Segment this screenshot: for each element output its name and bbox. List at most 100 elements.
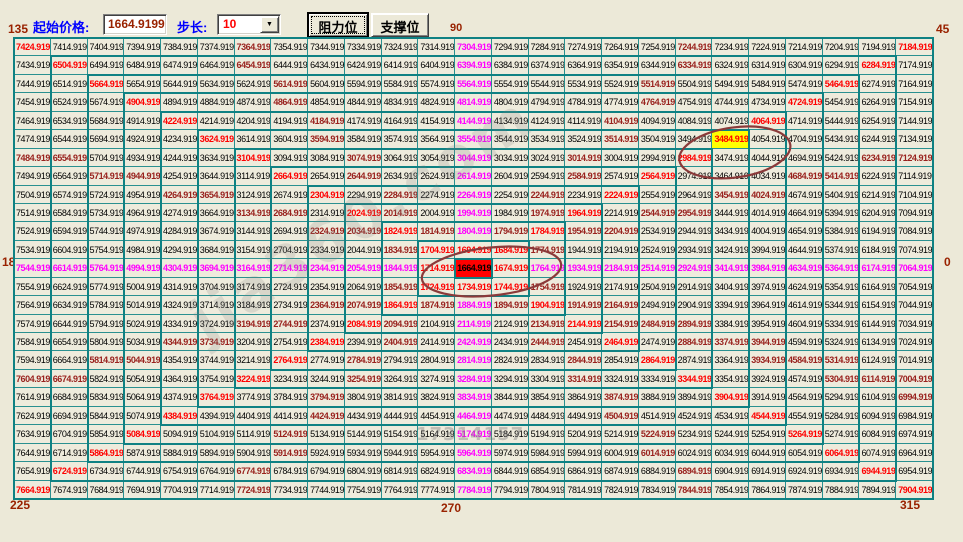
- grid-cell[interactable]: 2874.9199: [676, 351, 713, 369]
- grid-cell[interactable]: 6234.9199: [859, 149, 896, 167]
- grid-cell[interactable]: 7834.9199: [639, 481, 676, 499]
- grid-cell[interactable]: 7194.9199: [859, 38, 896, 56]
- grid-cell[interactable]: 4014.9199: [749, 204, 786, 222]
- grid-cell[interactable]: 2374.9199: [308, 315, 345, 333]
- grid-cell[interactable]: 1724.9199: [418, 278, 455, 296]
- grid-cell[interactable]: 2294.9199: [345, 186, 382, 204]
- grid-cell[interactable]: 5604.9199: [308, 75, 345, 93]
- grid-cell[interactable]: 7144.9199: [896, 112, 933, 130]
- grid-cell[interactable]: 7224.9199: [749, 38, 786, 56]
- grid-cell[interactable]: 6594.9199: [51, 222, 88, 240]
- grid-cell[interactable]: 4074.9199: [712, 112, 749, 130]
- grid-cell[interactable]: 6534.9199: [51, 112, 88, 130]
- grid-cell[interactable]: 4654.9199: [786, 222, 823, 240]
- grid-cell[interactable]: 6004.9199: [602, 444, 639, 462]
- grid-cell[interactable]: 4614.9199: [786, 296, 823, 314]
- grid-cell[interactable]: 2254.9199: [492, 186, 529, 204]
- grid-cell[interactable]: 7044.9199: [896, 296, 933, 314]
- grid-cell[interactable]: 2024.9199: [345, 204, 382, 222]
- grid-cell[interactable]: 7574.9199: [14, 315, 51, 333]
- grid-cell[interactable]: 2614.9199: [455, 167, 492, 185]
- grid-cell[interactable]: 5474.9199: [786, 75, 823, 93]
- grid-cell[interactable]: 2454.9199: [565, 333, 602, 351]
- grid-cell[interactable]: 5194.9199: [529, 425, 566, 443]
- grid-cell[interactable]: 7074.9199: [896, 241, 933, 259]
- grid-cell-selected[interactable]: 3484.9199: [712, 130, 749, 148]
- grid-cell[interactable]: 6104.9199: [859, 388, 896, 406]
- grid-cell[interactable]: 5084.9199: [124, 425, 161, 443]
- grid-cell[interactable]: 5514.9199: [639, 75, 676, 93]
- grid-cell[interactable]: 4134.9199: [492, 112, 529, 130]
- grid-cell[interactable]: 3564.9199: [418, 130, 455, 148]
- grid-cell[interactable]: 4794.9199: [529, 93, 566, 111]
- grid-cell[interactable]: 6444.9199: [271, 56, 308, 74]
- grid-cell[interactable]: 2494.9199: [639, 296, 676, 314]
- grid-cell[interactable]: 4774.9199: [602, 93, 639, 111]
- grid-cell[interactable]: 5494.9199: [712, 75, 749, 93]
- grid-cell[interactable]: 1814.9199: [418, 222, 455, 240]
- grid-cell[interactable]: 5824.9199: [88, 370, 125, 388]
- grid-cell[interactable]: 2804.9199: [418, 351, 455, 369]
- grid-cell[interactable]: 5654.9199: [124, 75, 161, 93]
- grid-cell[interactable]: 4824.9199: [418, 93, 455, 111]
- grid-cell[interactable]: 1794.9199: [492, 222, 529, 240]
- grid-cell[interactable]: 2164.9199: [602, 296, 639, 314]
- grid-cell[interactable]: 5464.9199: [823, 75, 860, 93]
- grid-cell[interactable]: 4464.9199: [455, 407, 492, 425]
- grid-cell[interactable]: 2714.9199: [271, 259, 308, 277]
- grid-cell[interactable]: 7544.9199: [14, 259, 51, 277]
- grid-cell[interactable]: 2214.9199: [602, 204, 639, 222]
- grid-cell[interactable]: 4434.9199: [345, 407, 382, 425]
- grid-cell[interactable]: 3764.9199: [198, 388, 235, 406]
- grid-cell[interactable]: 5584.9199: [382, 75, 419, 93]
- grid-cell[interactable]: 5524.9199: [602, 75, 639, 93]
- grid-cell[interactable]: 1914.9199: [565, 296, 602, 314]
- grid-cell[interactable]: 2064.9199: [345, 278, 382, 296]
- grid-cell[interactable]: 5704.9199: [88, 149, 125, 167]
- grid-cell[interactable]: 3074.9199: [345, 149, 382, 167]
- grid-cell[interactable]: 4184.9199: [308, 112, 345, 130]
- grid-cell[interactable]: 5674.9199: [88, 93, 125, 111]
- grid-cell[interactable]: 6944.9199: [859, 462, 896, 480]
- grid-cell[interactable]: 2774.9199: [308, 351, 345, 369]
- grid-cell[interactable]: 2324.9199: [308, 222, 345, 240]
- grid-cell[interactable]: 2094.9199: [382, 315, 419, 333]
- grid-cell[interactable]: 4934.9199: [124, 149, 161, 167]
- grid-cell[interactable]: 3884.9199: [639, 388, 676, 406]
- grid-cell[interactable]: 4864.9199: [271, 93, 308, 111]
- grid-cell[interactable]: 2824.9199: [492, 351, 529, 369]
- grid-cell[interactable]: 2914.9199: [676, 278, 713, 296]
- grid-cell[interactable]: 6354.9199: [602, 56, 639, 74]
- grid-cell[interactable]: 7594.9199: [14, 351, 51, 369]
- grid-cell[interactable]: 7604.9199: [14, 370, 51, 388]
- grid-cell[interactable]: 3854.9199: [529, 388, 566, 406]
- grid-cell[interactable]: 4034.9199: [749, 167, 786, 185]
- grid-cell[interactable]: 7294.9199: [492, 38, 529, 56]
- grid-cell[interactable]: 6994.9199: [896, 388, 933, 406]
- grid-cell[interactable]: 4764.9199: [639, 93, 676, 111]
- grid-cell[interactable]: 6064.9199: [823, 444, 860, 462]
- grid-cell[interactable]: 2104.9199: [418, 315, 455, 333]
- grid-cell[interactable]: 7634.9199: [14, 425, 51, 443]
- grid-cell[interactable]: 4854.9199: [308, 93, 345, 111]
- grid-cell[interactable]: 4954.9199: [124, 186, 161, 204]
- grid-cell[interactable]: 4084.9199: [676, 112, 713, 130]
- grid-cell[interactable]: 4634.9199: [786, 259, 823, 277]
- grid-cell[interactable]: 3094.9199: [271, 149, 308, 167]
- grid-cell[interactable]: 5314.9199: [823, 351, 860, 369]
- grid-cell[interactable]: 2484.9199: [639, 315, 676, 333]
- grid-cell[interactable]: 1964.9199: [565, 204, 602, 222]
- grid-cell[interactable]: 7014.9199: [896, 351, 933, 369]
- grid-cell[interactable]: 4784.9199: [565, 93, 602, 111]
- grid-cell[interactable]: 6244.9199: [859, 130, 896, 148]
- grid-cell[interactable]: 7304.9199: [455, 38, 492, 56]
- grid-cell[interactable]: 3164.9199: [235, 259, 272, 277]
- grid-cell[interactable]: 1774.9199: [529, 241, 566, 259]
- grid-cell[interactable]: 2464.9199: [602, 333, 639, 351]
- grid-cell[interactable]: 5304.9199: [823, 370, 860, 388]
- grid-cell[interactable]: 3404.9199: [712, 278, 749, 296]
- grid-cell[interactable]: 5564.9199: [455, 75, 492, 93]
- grid-cell[interactable]: 7894.9199: [859, 481, 896, 499]
- grid-cell[interactable]: 4874.9199: [235, 93, 272, 111]
- grid-cell[interactable]: 4264.9199: [161, 186, 198, 204]
